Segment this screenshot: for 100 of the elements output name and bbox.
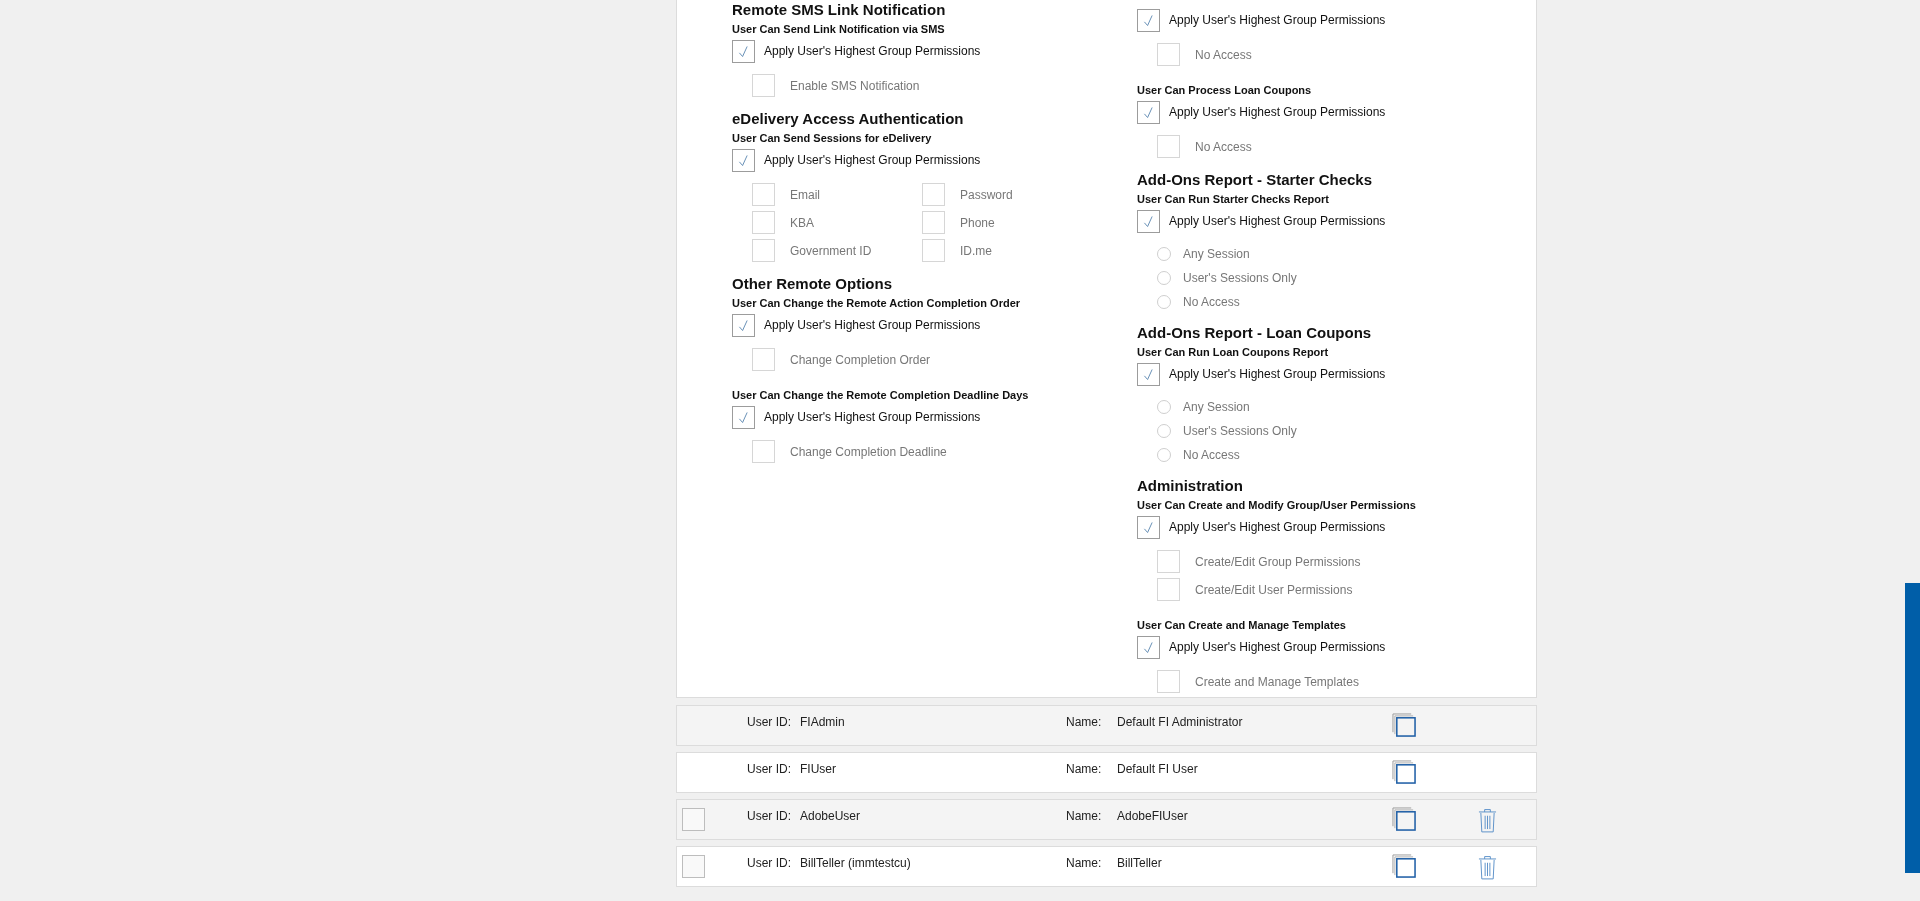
copy-icon[interactable] [1392,854,1416,878]
checkbox-label: ID.me [960,243,992,258]
checkbox-label: Change Completion Deadline [790,444,947,459]
checkbox[interactable] [682,808,705,831]
radio-label: User's Sessions Only [1183,270,1297,285]
copy-icon[interactable] [1392,713,1416,737]
radio-button[interactable] [1157,270,1171,285]
section-heading: eDelivery Access Authentication [732,109,965,129]
checkbox-label: KBA [790,215,814,230]
checkbox-label: No Access [1195,139,1252,154]
checkbox[interactable] [1137,100,1160,124]
checkbox-label: Apply User's Highest Group Permissions [1169,520,1386,534]
checkbox[interactable] [732,148,755,172]
radio-button[interactable] [1157,399,1171,414]
user-id: BillTeller (immtestcu) [800,856,911,870]
checkbox-label: Create/Edit Group Permissions [1195,554,1361,569]
radio-label: Any Session [1183,399,1250,414]
user-row[interactable]: User ID: FIUser Name: Default FI User [676,752,1537,793]
checkbox[interactable] [682,855,705,878]
section-heading: Administration [1137,476,1244,496]
question-title: User Can Run Loan Coupons Report [1137,345,1330,360]
checkbox[interactable] [752,348,775,371]
radio-button[interactable] [1157,447,1171,462]
radio-button[interactable] [1157,294,1171,309]
checkbox-label: Apply User's Highest Group Permissions [764,153,981,167]
checkbox-label: Apply User's Highest Group Permissions [1169,214,1386,228]
section-heading: Other Remote Options [732,274,893,294]
question-title: User Can Send Sessions for eDelivery [732,131,933,146]
user-name: AdobeFIUser [1117,809,1188,823]
checkbox[interactable] [1157,135,1180,158]
scrollbar-thumb[interactable] [1905,583,1920,873]
checkbox-label: Create/Edit User Permissions [1195,582,1353,597]
checkbox-label: Email [790,187,820,202]
question-title: User Can Change the Remote Completion Deadline Days [732,388,1030,403]
checkbox[interactable] [1157,550,1180,573]
radio-label: No Access [1183,294,1240,309]
checkbox[interactable] [1157,670,1180,693]
radio-label: No Access [1183,447,1240,462]
question-title: User Can Create and Modify Group/User Permissions [1137,498,1417,513]
checkbox-label: Government ID [790,243,872,258]
field-label: Name: [1066,856,1102,870]
trash-icon[interactable] [1478,808,1497,833]
checkbox[interactable] [732,405,755,429]
checkbox[interactable] [1157,43,1180,66]
trash-icon[interactable] [1478,855,1497,880]
question-title: User Can Run Starter Checks Report [1137,192,1330,207]
user-row[interactable]: User ID: FIAdmin Name: Default FI Administrator [676,705,1537,746]
checkbox-label: Apply User's Highest Group Permissions [764,44,981,58]
checkbox-label: Apply User's Highest Group Permissions [764,318,981,332]
checkbox[interactable] [732,39,755,63]
checkbox[interactable] [1137,362,1160,386]
question-title: User Can Send Link Notification via SMS [732,22,946,37]
radio-label: Any Session [1183,246,1250,261]
user-name: Default FI Administrator [1117,715,1243,729]
checkbox[interactable] [922,183,945,206]
checkbox-label: Apply User's Highest Group Permissions [1169,13,1386,27]
user-name: Default FI User [1117,762,1198,776]
user-id: FIUser [800,762,836,776]
radio-label: User's Sessions Only [1183,423,1297,438]
checkbox-label: Apply User's Highest Group Permissions [1169,367,1386,381]
section-heading: Add-Ons Report - Starter Checks [1137,170,1374,190]
checkbox-label: Apply User's Highest Group Permissions [764,410,981,424]
checkbox[interactable] [1137,8,1160,32]
field-label: User ID: [747,715,791,729]
radio-button[interactable] [1157,423,1171,438]
question-title: User Can Change the Remote Action Completion Order [732,296,1022,311]
checkbox-label: Phone [960,215,995,230]
checkbox[interactable] [1157,578,1180,601]
field-label: User ID: [747,856,791,870]
checkbox[interactable] [752,211,775,234]
checkbox[interactable] [732,313,755,337]
checkbox-label: Change Completion Order [790,352,931,367]
copy-icon[interactable] [1392,807,1416,831]
checkbox[interactable] [922,239,945,262]
field-label: User ID: [747,809,791,823]
section-heading: Add-Ons Report - Loan Coupons [1137,323,1373,343]
checkbox[interactable] [752,74,775,97]
checkbox[interactable] [1137,635,1160,659]
checkbox[interactable] [1137,209,1160,233]
checkbox-label: Create and Manage Templates [1195,674,1359,689]
field-label: Name: [1066,715,1102,729]
section-heading: Remote SMS Link Notification [732,0,947,20]
checkbox[interactable] [752,239,775,262]
checkbox-label: Apply User's Highest Group Permissions [1169,105,1386,119]
checkbox[interactable] [922,211,945,234]
field-label: Name: [1066,762,1102,776]
copy-icon[interactable] [1392,760,1416,784]
checkbox[interactable] [1137,515,1160,539]
user-id: AdobeUser [800,809,861,823]
user-name: BillTeller [1117,856,1162,870]
checkbox[interactable] [752,440,775,463]
question-title: User Can Create and Manage Templates [1137,618,1347,633]
field-label: User ID: [747,762,791,776]
user-row[interactable]: User ID: BillTeller (immtestcu) Name: BillTeller [676,846,1537,887]
checkbox-label: Enable SMS Notification [790,78,920,93]
user-row[interactable]: User ID: AdobeUser Name: AdobeFIUser [676,799,1537,840]
radio-button[interactable] [1157,246,1171,261]
question-title: User Can Process Loan Coupons [1137,83,1313,98]
checkbox-label: No Access [1195,47,1252,62]
checkbox[interactable] [752,183,775,206]
